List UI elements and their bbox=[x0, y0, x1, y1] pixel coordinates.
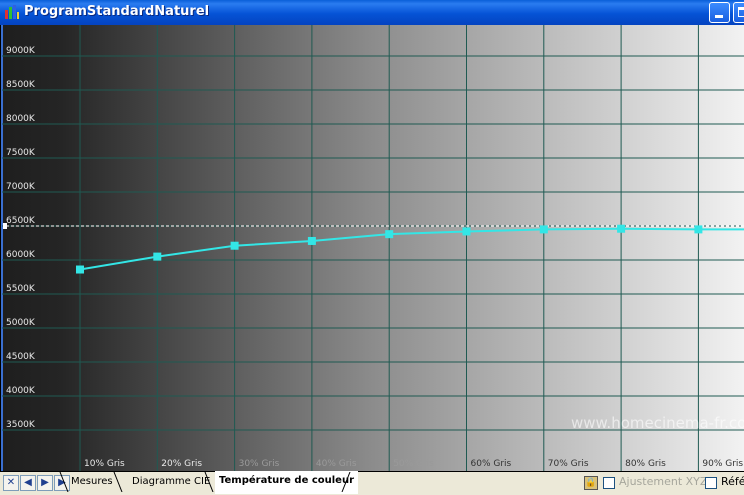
reference-marker bbox=[3, 223, 7, 229]
data-point bbox=[617, 224, 626, 233]
adjust-xyz-checkbox[interactable] bbox=[603, 477, 615, 489]
tab-separator bbox=[341, 472, 351, 492]
tab-temperature-couleur[interactable]: Température de couleur bbox=[215, 471, 359, 494]
next-tab-button[interactable]: ▶ bbox=[37, 475, 53, 491]
y-tick-label: 7500K bbox=[6, 148, 36, 158]
data-point bbox=[385, 230, 394, 239]
reference-label: Réfé bbox=[721, 475, 744, 488]
x-tick-label: 70% Gris bbox=[548, 459, 589, 469]
data-point bbox=[307, 236, 316, 245]
tab-bar: ✕ ◀ ▶ ▶ Mesures Diagramme CIE Températur… bbox=[0, 471, 744, 495]
data-point bbox=[462, 227, 471, 236]
y-tick-label: 4000K bbox=[6, 386, 36, 396]
prev-tab-button[interactable]: ◀ bbox=[20, 475, 36, 491]
app-icon bbox=[5, 5, 19, 19]
adjust-xyz-label: Ajustement XYZ bbox=[619, 475, 708, 488]
maximize-button[interactable] bbox=[733, 2, 744, 23]
y-tick-label: 7000K bbox=[6, 182, 36, 192]
x-tick-label: 50% Gris bbox=[393, 459, 434, 469]
x-tick-label: 90% Gris bbox=[702, 459, 743, 469]
window-title: ProgramStandardNaturel bbox=[24, 4, 210, 19]
data-point bbox=[694, 225, 703, 234]
y-tick-label: 4500K bbox=[6, 352, 36, 362]
y-tick-label: 5500K bbox=[6, 284, 36, 294]
data-point bbox=[153, 252, 162, 261]
title-bar: ProgramStandardNaturel bbox=[0, 0, 744, 25]
y-tick-label: 3500K bbox=[6, 420, 36, 430]
chart-svg: 3500K 4000K 4500K 5000K 5500K 6000K 6500K 7000K… bbox=[1, 25, 744, 471]
x-tick-label: 80% Gris bbox=[625, 459, 666, 469]
tab-diagramme-cie[interactable]: Diagramme CIE bbox=[128, 472, 214, 492]
plot-background bbox=[2, 25, 744, 471]
x-tick-label: 60% Gris bbox=[471, 459, 512, 469]
maximize-icon bbox=[738, 7, 744, 17]
x-tick-label: 30% Gris bbox=[239, 459, 280, 469]
y-tick-label: 6000K bbox=[6, 250, 36, 260]
tab-separator bbox=[204, 472, 214, 492]
watermark: www.homecinema-fr.com bbox=[571, 414, 744, 432]
data-point bbox=[76, 265, 84, 274]
x-tick-label: 40% Gris bbox=[316, 459, 357, 469]
minimize-button[interactable] bbox=[709, 2, 730, 23]
minimize-icon bbox=[715, 15, 723, 18]
color-temperature-chart: 3500K 4000K 4500K 5000K 5500K 6000K 6500K 7000K… bbox=[0, 25, 744, 471]
y-tick-label: 6500K bbox=[6, 216, 36, 226]
data-point bbox=[539, 225, 548, 234]
reference-checkbox[interactable] bbox=[705, 477, 717, 489]
x-tick-label: 10% Gris bbox=[84, 459, 125, 469]
lock-icon[interactable]: 🔒 bbox=[584, 476, 598, 490]
tab-separator bbox=[113, 472, 123, 492]
data-point bbox=[230, 241, 239, 250]
y-tick-label: 8000K bbox=[6, 114, 36, 124]
first-tab-button[interactable]: ✕ bbox=[3, 475, 19, 491]
tab-mesures[interactable]: Mesures bbox=[67, 472, 117, 492]
y-tick-label: 9000K bbox=[6, 46, 36, 56]
y-tick-label: 5000K bbox=[6, 318, 36, 328]
y-tick-label: 8500K bbox=[6, 80, 36, 90]
x-tick-label: 20% Gris bbox=[161, 459, 202, 469]
